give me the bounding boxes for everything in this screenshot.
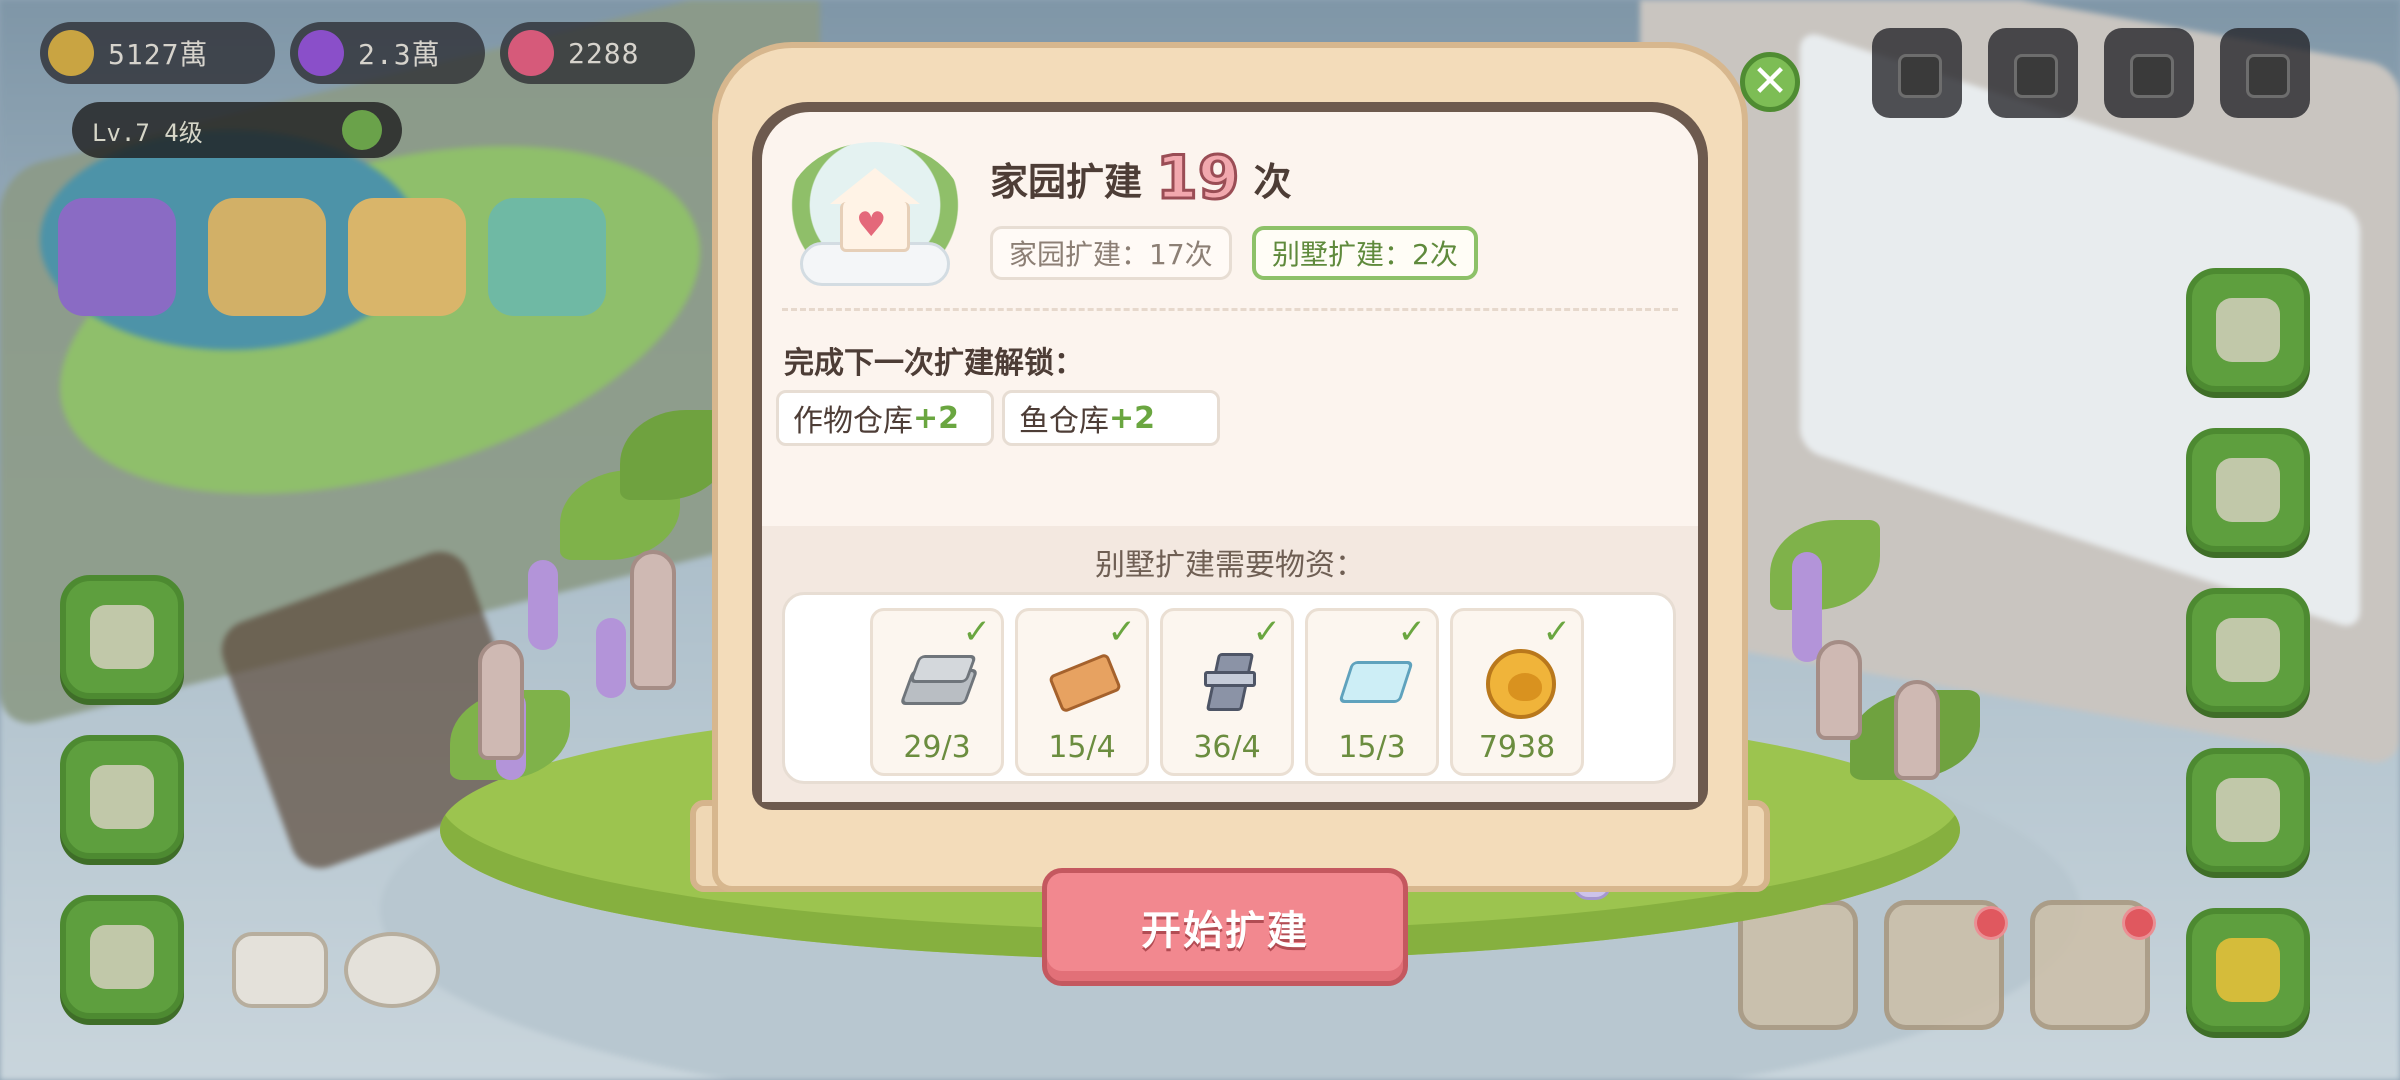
level-text: Lv.7 4级: [92, 118, 203, 147]
notification-dot: [2122, 906, 2156, 940]
check-icon: ✓: [1252, 612, 1282, 652]
coin-value: 5127萬: [108, 38, 209, 71]
unlock-bonus: +2: [913, 400, 960, 436]
wooden-post: [1816, 640, 1862, 740]
villa-expansion-chip: 别墅扩建：2次: [1252, 226, 1478, 280]
lavender-flower: [1792, 552, 1822, 662]
material-wood[interactable]: ✓ 15/4: [1015, 608, 1149, 776]
heart-counter[interactable]: 2288: [500, 22, 695, 84]
material-amount: 15/4: [1048, 730, 1116, 765]
unlock-name: 鱼仓库: [1019, 404, 1109, 439]
title-prefix: 家园扩建: [990, 159, 1143, 204]
dialog-title: 家园扩建 19 次: [990, 143, 1292, 213]
material-amount: 36/4: [1193, 730, 1261, 765]
check-icon: ✓: [1107, 612, 1137, 652]
unlock-bonus: +2: [1109, 400, 1156, 436]
mail-icon[interactable]: [1988, 28, 2078, 118]
heart-icon: ♥: [856, 205, 887, 245]
material-glass[interactable]: ✓ 15/3: [1305, 608, 1439, 776]
material-amount: 29/3: [903, 730, 971, 765]
right-side-button-2[interactable]: [2186, 428, 2310, 552]
wooden-post: [630, 550, 676, 690]
heart-value: 2288: [568, 36, 640, 70]
bottom-slot-1[interactable]: [1738, 900, 1858, 1030]
heart-icon: [508, 30, 554, 76]
unlock-name: 作物仓库: [793, 404, 913, 439]
dashed-divider: [782, 308, 1678, 311]
settings-gear-icon[interactable]: [2220, 28, 2310, 118]
home-expansion-badge: ♥: [786, 142, 964, 292]
steel-ingot-icon: [899, 651, 979, 713]
wood-plank-icon: [1047, 651, 1123, 714]
unlock-crop-storage: 作物仓库 +2: [776, 390, 994, 446]
left-side-button-2[interactable]: [60, 735, 184, 859]
requirements-heading: 别墅扩建需要物资：: [1095, 548, 1365, 583]
event-tile-1[interactable]: [58, 198, 176, 316]
check-icon: ✓: [1542, 612, 1572, 652]
unlock-heading: 完成下一次扩建解锁：: [784, 346, 1084, 381]
left-small-button-2[interactable]: [344, 932, 440, 1008]
event-tile-3[interactable]: [348, 198, 466, 316]
material-steel[interactable]: ✓ 29/3: [870, 608, 1004, 776]
unlock-fish-storage: 鱼仓库 +2: [1002, 390, 1220, 446]
notification-dot: [1974, 906, 2008, 940]
close-button[interactable]: ✕: [1740, 52, 1800, 112]
lavender-flower: [596, 618, 626, 698]
level-bar[interactable]: Lv.7 4级: [72, 102, 402, 158]
iron-beam-icon: [1196, 651, 1264, 713]
event-tile-2[interactable]: [208, 198, 326, 316]
house-icon: ♥: [830, 168, 920, 252]
expansion-count: 19: [1155, 143, 1241, 213]
left-small-button-1[interactable]: [232, 932, 328, 1008]
left-side-button-1[interactable]: [60, 575, 184, 699]
wooden-post: [1894, 680, 1940, 780]
level-badge-icon: [342, 110, 382, 150]
gem-counter[interactable]: 2.3萬: [290, 22, 485, 84]
gem-value: 2.3萬: [358, 38, 441, 71]
start-expansion-button[interactable]: 开始扩建: [1042, 868, 1408, 986]
wooden-post: [478, 640, 524, 760]
right-side-button-3[interactable]: [2186, 588, 2310, 712]
coin-icon: [48, 30, 94, 76]
material-iron-beam[interactable]: ✓ 36/4: [1160, 608, 1294, 776]
left-side-button-3[interactable]: [60, 895, 184, 1019]
material-coins[interactable]: ✓ 7938: [1450, 608, 1584, 776]
friends-icon[interactable]: [1872, 28, 1962, 118]
material-amount: 15/3: [1338, 730, 1406, 765]
gem-icon: [298, 30, 344, 76]
camera-icon[interactable]: [2104, 28, 2194, 118]
check-icon: ✓: [962, 612, 992, 652]
material-amount: 7938: [1478, 730, 1556, 765]
lavender-flower: [528, 560, 558, 650]
build-helmet-button[interactable]: [2186, 908, 2310, 1032]
home-expansion-chip: 家园扩建：17次: [990, 226, 1232, 280]
title-suffix: 次: [1253, 159, 1292, 204]
gold-coin-icon: [1486, 649, 1556, 719]
right-side-button-4[interactable]: [2186, 748, 2310, 872]
check-icon: ✓: [1397, 612, 1427, 652]
event-tile-4[interactable]: [488, 198, 606, 316]
right-side-button-1[interactable]: [2186, 268, 2310, 392]
glass-pane-icon: [1338, 651, 1414, 713]
coin-counter[interactable]: 5127萬: [40, 22, 275, 84]
